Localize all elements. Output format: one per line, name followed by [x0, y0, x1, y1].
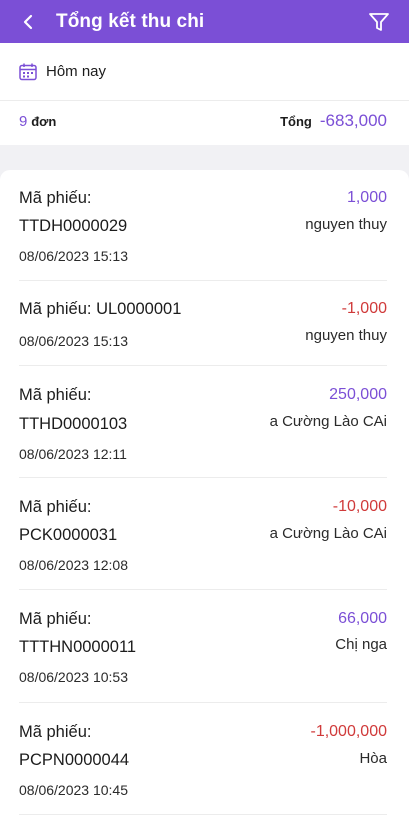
receipt-code: TTHD0000103 — [19, 415, 128, 433]
list-item[interactable]: Mã phiếu: PCK0000031 08/06/2023 12:08 -1… — [19, 478, 387, 590]
receipt-customer: a Cường Lào CAi — [269, 413, 387, 430]
list-item[interactable]: Mã phiếu: TTTHN0000011 08/06/2023 10:53 … — [19, 590, 387, 703]
receipt-amount: 250,000 — [329, 386, 387, 403]
receipt-code: TTDH0000029 — [19, 217, 128, 235]
receipt-datetime: 08/06/2023 10:53 — [19, 669, 128, 685]
page-title: Tổng kết thu chi — [56, 10, 205, 32]
receipt-amount: 66,000 — [338, 610, 387, 627]
receipt-code-label: Mã phiếu: — [19, 610, 92, 628]
date-filter[interactable]: Hôm nay — [0, 43, 409, 100]
total-label: Tổng — [280, 114, 312, 129]
order-count: 9 đơn — [19, 113, 56, 130]
list-item[interactable]: Mã phiếu: PCPN0000044 08/06/2023 10:45 -… — [19, 703, 387, 815]
receipt-customer: nguyen thuy — [305, 216, 387, 233]
receipt-amount: -10,000 — [332, 498, 387, 515]
receipt-code: TTTHN0000011 — [19, 638, 137, 656]
receipt-customer: Chị nga — [335, 636, 387, 653]
list-item[interactable]: Mã phiếu: UL0000001 08/06/2023 15:13 -1,… — [19, 281, 387, 366]
receipt-code-label: Mã phiếu: — [19, 498, 92, 516]
list-item[interactable]: Mã phiếu: TTDH0000029 08/06/2023 15:13 1… — [19, 170, 387, 281]
calendar-icon — [18, 62, 38, 82]
receipt-datetime: 08/06/2023 15:13 — [19, 248, 128, 264]
total: Tổng -683,000 — [280, 111, 387, 131]
receipt-customer: a Cường Lào CAi — [269, 525, 387, 542]
receipt-code-label-text: Mã phiếu: — [19, 300, 92, 318]
receipt-amount: -1,000 — [341, 300, 387, 317]
app-header: Tổng kết thu chi — [0, 0, 409, 43]
receipt-code-label: Mã phiếu: UL0000001 — [19, 300, 181, 319]
order-count-unit: đơn — [31, 114, 57, 129]
back-button[interactable] — [0, 0, 56, 43]
receipt-code-label: Mã phiếu: — [19, 386, 92, 404]
receipt-code: UL0000001 — [96, 300, 182, 318]
total-value: -683,000 — [319, 111, 387, 130]
list-item[interactable]: Mã phiếu: TTHD0000103 08/06/2023 12:11 2… — [19, 366, 387, 478]
receipt-code: PCK0000031 — [19, 526, 118, 544]
receipt-list: Mã phiếu: TTDH0000029 08/06/2023 15:13 1… — [0, 170, 409, 825]
receipt-datetime: 08/06/2023 15:13 — [19, 333, 128, 349]
receipt-code: PCPN0000044 — [19, 751, 130, 769]
receipt-customer: nguyen thuy — [305, 327, 387, 344]
date-filter-label: Hôm nay — [46, 63, 107, 80]
receipt-customer: Hòa — [359, 750, 387, 767]
chevron-left-icon — [23, 14, 33, 29]
order-count-value: 9 — [19, 113, 28, 130]
receipt-code-label: Mã phiếu: — [19, 189, 92, 207]
filter-button[interactable] — [363, 0, 395, 43]
filter-icon — [369, 12, 389, 31]
receipt-datetime: 08/06/2023 12:08 — [19, 557, 128, 573]
receipt-amount: 1,000 — [346, 189, 387, 206]
receipt-amount: -1,000,000 — [310, 723, 387, 740]
receipt-datetime: 08/06/2023 10:45 — [19, 782, 128, 798]
receipt-datetime: 08/06/2023 12:11 — [19, 446, 127, 462]
receipt-code-label: Mã phiếu: — [19, 723, 92, 741]
summary-bar: 9 đơn Tổng -683,000 — [0, 100, 409, 145]
